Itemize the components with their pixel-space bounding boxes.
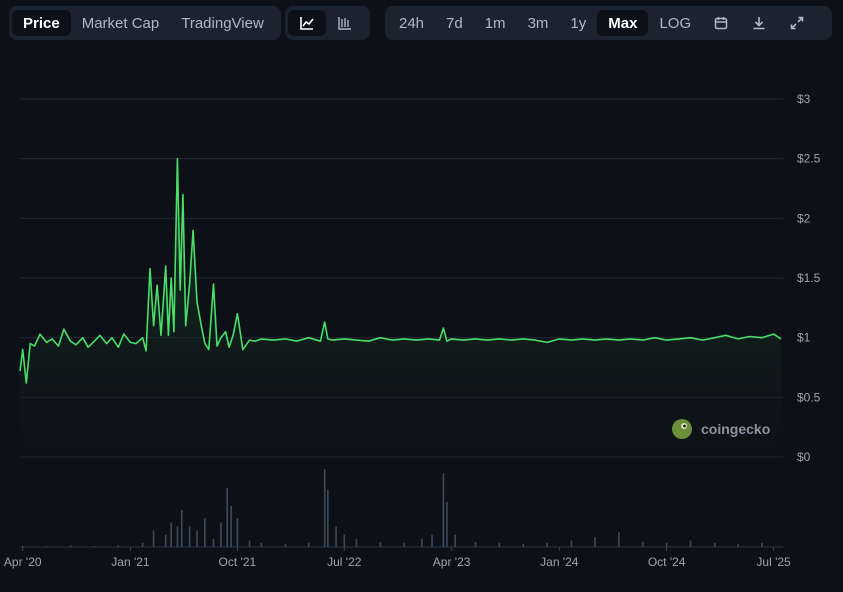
volume-bar	[307, 542, 310, 547]
volume-bar	[196, 530, 198, 547]
volume-bar	[379, 542, 382, 547]
volume-bar	[164, 534, 167, 547]
volume-bar	[737, 543, 739, 547]
x-tick-label: Oct '21	[219, 555, 257, 569]
x-tick-label: Oct '24	[648, 555, 686, 569]
volume-bar	[594, 537, 596, 547]
volume-bar	[69, 545, 72, 547]
gridlines	[20, 98, 783, 548]
volume-bar	[170, 522, 172, 547]
volume-bar	[498, 542, 501, 547]
x-tick-label: Jan '21	[111, 555, 150, 569]
volume-bar	[204, 518, 206, 547]
volume-bar	[117, 545, 120, 547]
x-tick-label: Jan '24	[540, 555, 579, 569]
volume-bar	[327, 489, 329, 547]
volume-bar	[714, 542, 716, 547]
coingecko-watermark: coingecko	[672, 419, 770, 439]
volume-bar	[284, 543, 287, 547]
volume-bar	[442, 473, 445, 547]
volume-bar	[323, 469, 326, 547]
volume-bar	[618, 532, 620, 547]
x-axis: Apr '20 Jan '21 Oct '21 Jul '22 Apr '23 Jan '…	[4, 547, 791, 569]
volume-bar	[21, 546, 24, 547]
volume-bar	[522, 543, 525, 547]
volume-bar	[176, 526, 179, 547]
volume-bar	[335, 526, 337, 547]
price-area-fill	[20, 158, 781, 457]
y-tick-label: $0.5	[797, 390, 821, 404]
volume-bar	[230, 506, 232, 547]
volume-bar	[260, 542, 263, 547]
y-tick-label: $1	[797, 331, 811, 345]
volume-bar	[343, 534, 346, 547]
y-tick-label: $1.5	[797, 271, 821, 285]
volume-bar	[248, 540, 251, 547]
volume-bar	[431, 534, 433, 547]
price-chart[interactable]: $3 $2.5 $2 $1.5 $1 $0.5 $0 Apr '20 Jan '21 Oct '…	[0, 0, 843, 592]
y-tick-label: $3	[797, 92, 811, 106]
y-tick-label: $2.5	[797, 152, 821, 166]
volume-bar	[188, 526, 191, 547]
y-tick-label: $2	[797, 211, 811, 225]
x-tick-label: Apr '20	[4, 555, 42, 569]
volume-bar	[665, 542, 668, 547]
y-tick-label: $0	[797, 450, 811, 464]
volume-bar	[152, 530, 155, 547]
volume-bar	[93, 546, 96, 547]
coingecko-gecko-icon	[672, 419, 692, 439]
x-tick-label: Jul '22	[327, 555, 362, 569]
volume-bar	[212, 538, 215, 547]
volume-bar	[355, 538, 358, 547]
volume-bars	[21, 469, 763, 547]
volume-bar	[641, 542, 644, 547]
volume-bar	[180, 510, 183, 547]
volume-bar	[570, 540, 573, 547]
x-tick-label: Jul '25	[756, 555, 791, 569]
x-tick-label: Apr '23	[433, 555, 471, 569]
volume-bar	[454, 534, 456, 547]
y-axis: $3 $2.5 $2 $1.5 $1 $0.5 $0	[797, 92, 821, 464]
volume-bar	[403, 542, 406, 547]
volume-bar	[141, 542, 144, 547]
watermark-text: coingecko	[701, 421, 770, 437]
volume-bar	[220, 522, 222, 547]
volume-bar	[474, 542, 477, 547]
volume-bar	[226, 487, 228, 547]
volume-bar	[761, 542, 763, 547]
volume-bar	[689, 540, 692, 547]
volume-bar	[446, 501, 448, 547]
volume-bar	[45, 546, 48, 547]
volume-bar	[236, 518, 239, 547]
volume-bar	[546, 542, 548, 547]
volume-bar	[421, 538, 423, 547]
